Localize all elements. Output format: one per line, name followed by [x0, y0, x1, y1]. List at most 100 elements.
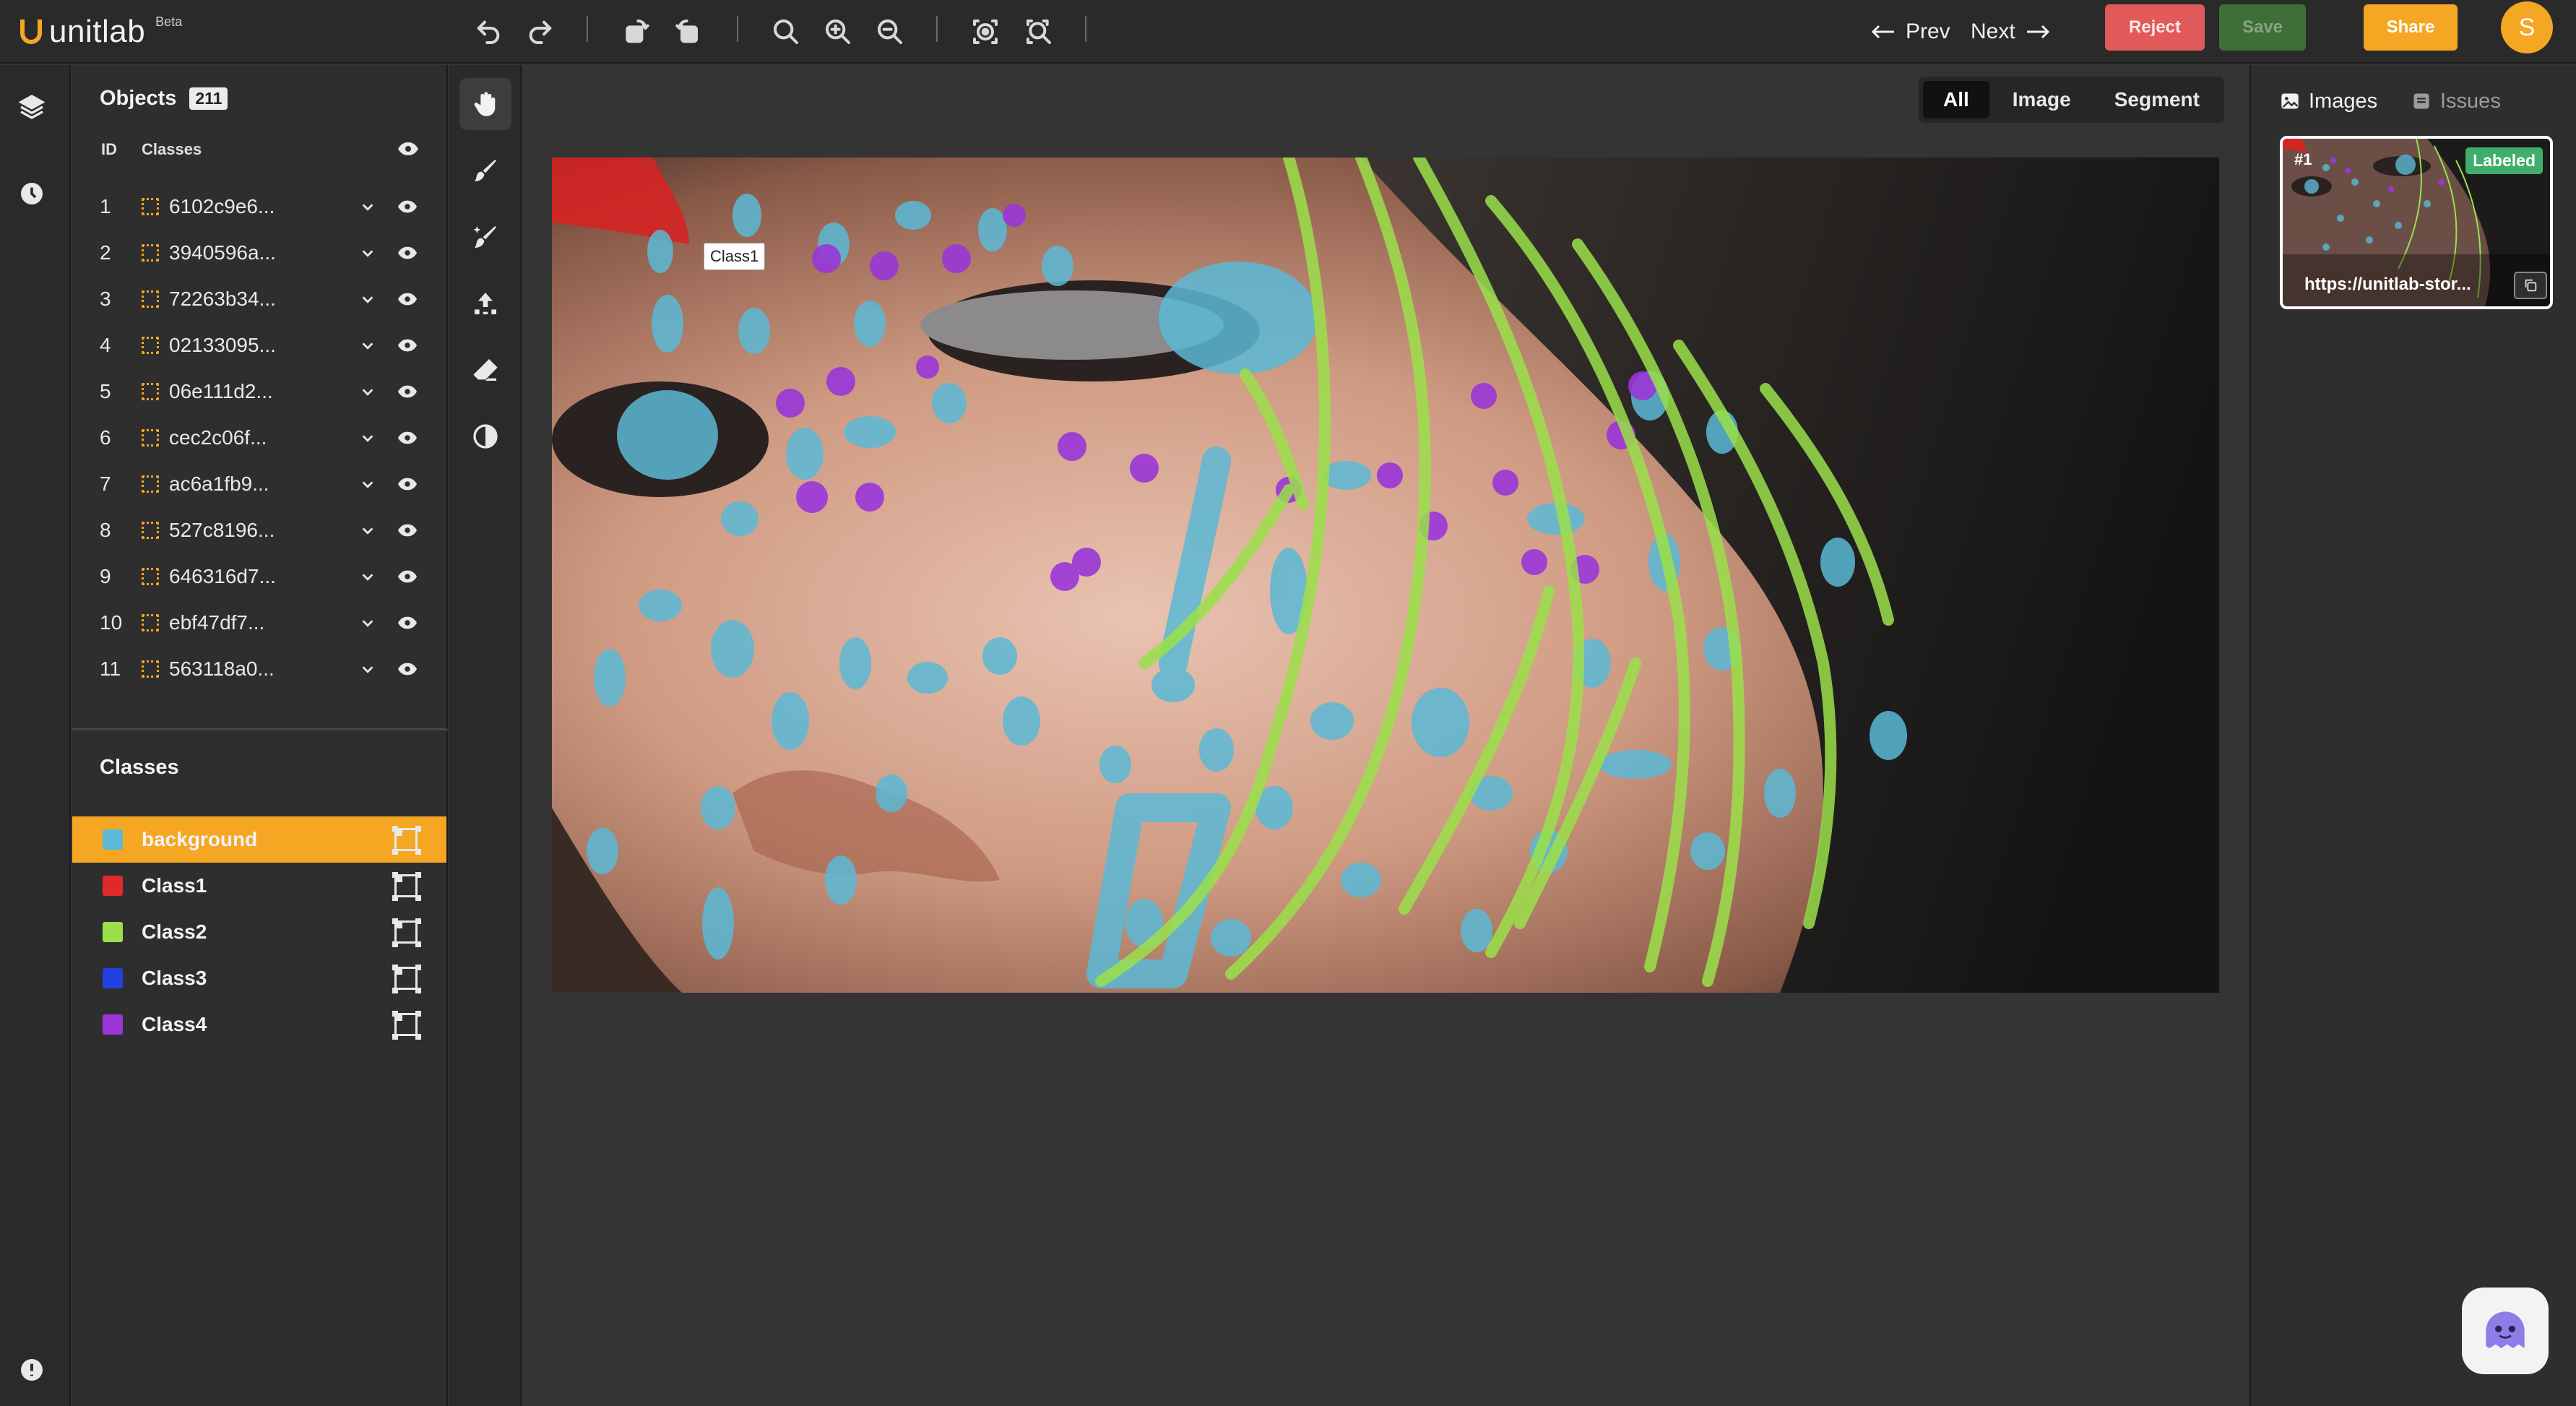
magic-brush-icon[interactable] [459, 211, 511, 263]
class-color-swatch [103, 829, 123, 850]
object-row[interactable]: 5 06e111d2... [72, 368, 446, 415]
eye-icon[interactable] [397, 523, 418, 541]
class-row-class1[interactable]: Class1 [72, 863, 446, 909]
zoom-out-icon[interactable] [873, 14, 907, 49]
chevron-down-icon[interactable] [360, 292, 376, 311]
object-id: 3 [100, 288, 111, 310]
class-row-background[interactable]: background [72, 816, 446, 863]
class-row-class3[interactable]: Class3 [72, 955, 446, 1001]
object-row[interactable]: 10 ebf47df7... [72, 600, 446, 646]
smart-select-icon[interactable] [459, 277, 511, 329]
eye-icon[interactable] [397, 569, 418, 587]
next-button[interactable]: Next [1971, 13, 2050, 51]
object-name: 3940596a... [169, 241, 276, 264]
auto-annotate-icon[interactable] [968, 14, 1003, 49]
reject-button[interactable]: Reject [2105, 4, 2205, 51]
chevron-down-icon[interactable] [360, 338, 376, 358]
zoom-fit-icon[interactable] [769, 14, 803, 49]
image-thumbnail[interactable]: #1 Labeled https://unitlab-stor... [2280, 136, 2553, 309]
layers-icon[interactable] [10, 85, 53, 129]
annotation-canvas[interactable]: All Image Segment Class1 [523, 65, 2248, 1406]
auto-segment-icon[interactable] [1021, 14, 1056, 49]
eye-icon[interactable] [397, 292, 418, 310]
brush-icon[interactable] [459, 145, 511, 197]
object-row[interactable]: 11 563118a0... [72, 646, 446, 692]
object-name: ac6a1fb9... [169, 473, 269, 495]
info-icon[interactable] [10, 1348, 53, 1392]
app-logo[interactable]: unitlab Beta [20, 10, 182, 53]
bounding-box-tool-icon[interactable] [392, 872, 418, 897]
hand-icon[interactable] [459, 78, 511, 130]
object-row[interactable]: 7 ac6a1fb9... [72, 461, 446, 507]
object-row[interactable]: 3 72263b34... [72, 276, 446, 322]
eye-icon[interactable] [397, 338, 418, 356]
bounding-box-tool-icon[interactable] [392, 918, 418, 944]
tab-image[interactable]: Image [1992, 81, 2091, 118]
support-chat-button[interactable] [2462, 1288, 2549, 1374]
history-icon[interactable] [10, 172, 53, 215]
tab-issues[interactable]: Issues [2411, 87, 2501, 116]
annotated-image[interactable]: Class1 [552, 158, 2219, 993]
object-row[interactable]: 6 cec2c06f... [72, 415, 446, 461]
chevron-down-icon[interactable] [360, 477, 376, 496]
chevron-down-icon[interactable] [360, 616, 376, 635]
user-avatar[interactable]: S [2501, 1, 2553, 53]
rotate-right-icon[interactable] [672, 14, 706, 49]
chevron-down-icon[interactable] [360, 246, 376, 265]
class-row-class2[interactable]: Class2 [72, 909, 446, 955]
class-name: Class4 [142, 1013, 207, 1035]
eye-icon[interactable] [397, 616, 418, 634]
zoom-in-icon[interactable] [821, 14, 855, 49]
chevron-down-icon[interactable] [360, 523, 376, 543]
chat-ghost-icon [2486, 1311, 2525, 1348]
save-button[interactable]: Save [2219, 4, 2306, 51]
class-name: Class3 [142, 967, 207, 989]
eye-icon[interactable] [397, 431, 418, 449]
column-header-id: ID [101, 140, 117, 158]
object-row[interactable]: 1 6102c9e6... [72, 184, 446, 230]
eraser-icon[interactable] [459, 344, 511, 396]
copy-url-button[interactable] [2514, 272, 2547, 299]
object-id: 11 [100, 657, 121, 680]
eye-icon[interactable] [397, 384, 418, 402]
issues-icon [2413, 93, 2429, 109]
chevron-down-icon[interactable] [360, 431, 376, 450]
image-icon [2281, 93, 2299, 109]
eye-icon[interactable] [397, 246, 418, 264]
eye-icon[interactable] [397, 662, 418, 680]
chevron-down-icon[interactable] [360, 662, 376, 681]
chevron-down-icon[interactable] [360, 199, 376, 219]
undo-icon[interactable] [471, 14, 506, 49]
rotate-left-icon[interactable] [618, 14, 653, 49]
brand-name: unitlab [49, 14, 146, 49]
chevron-down-icon[interactable] [360, 569, 376, 589]
tab-all[interactable]: All [1923, 81, 1989, 118]
bounding-box-tool-icon[interactable] [392, 965, 418, 990]
eye-icon[interactable] [397, 477, 418, 495]
class-row-class4[interactable]: Class4 [72, 1001, 446, 1048]
top-toolbar: unitlab Beta Prev Next Reject Save Share [0, 0, 2576, 64]
bounding-box-tool-icon[interactable] [392, 1011, 418, 1036]
tab-segment[interactable]: Segment [2094, 81, 2220, 118]
chevron-down-icon[interactable] [360, 384, 376, 404]
share-button[interactable]: Share [2364, 4, 2458, 51]
bounding-box-icon [142, 429, 159, 447]
contrast-icon[interactable] [459, 410, 511, 462]
object-row[interactable]: 8 527c8196... [72, 507, 446, 553]
prev-button[interactable]: Prev [1871, 13, 1950, 51]
left-rail [0, 65, 71, 1406]
object-row[interactable]: 4 02133095... [72, 322, 446, 368]
object-row[interactable]: 2 3940596a... [72, 230, 446, 276]
object-row[interactable]: 9 646316d7... [72, 553, 446, 600]
segmentation-overlay [552, 158, 2219, 993]
eye-icon[interactable] [397, 199, 418, 217]
class-name: background [142, 828, 258, 850]
toolbar-divider [587, 16, 588, 42]
toggle-all-visibility-eye-icon[interactable] [397, 142, 419, 160]
bounding-box-tool-icon[interactable] [392, 826, 418, 851]
redo-icon[interactable] [523, 14, 558, 49]
column-header-classes: Classes [142, 140, 202, 158]
bounding-box-icon [142, 475, 159, 493]
bounding-box-icon [142, 568, 159, 585]
tab-images[interactable]: Images [2280, 87, 2377, 116]
